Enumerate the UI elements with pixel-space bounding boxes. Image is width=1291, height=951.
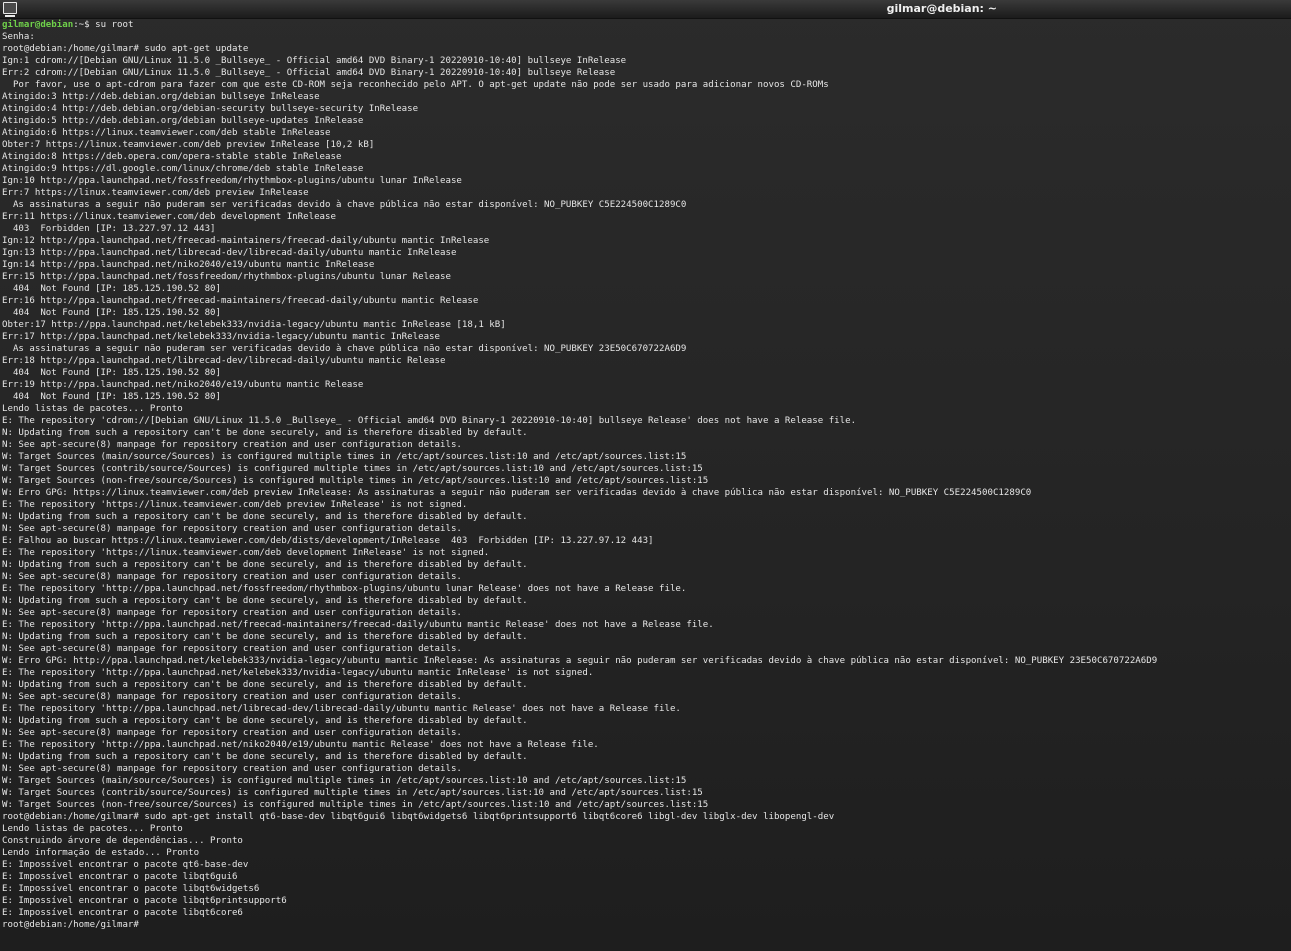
terminal-line: Atingido:3 http://deb.debian.org/debian … (2, 92, 320, 102)
terminal-line: N: See apt-secure(8) manpage for reposit… (2, 608, 462, 618)
terminal-line: E: The repository 'http://ppa.launchpad.… (2, 584, 687, 594)
terminal-line: root@debian:/home/gilmar# sudo apt-get u… (2, 44, 249, 54)
terminal-line: N: Updating from such a repository can't… (2, 716, 528, 726)
terminal-line: root@debian:/home/gilmar# (2, 920, 145, 930)
terminal-line: Err:15 http://ppa.launchpad.net/fossfree… (2, 272, 451, 282)
terminal-line: Err:19 http://ppa.launchpad.net/niko2040… (2, 380, 364, 390)
terminal-line: W: Erro GPG: http://ppa.launchpad.net/ke… (2, 656, 1158, 666)
terminal-line: W: Target Sources (non-free/source/Sourc… (2, 476, 709, 486)
terminal-line: N: See apt-secure(8) manpage for reposit… (2, 644, 462, 654)
terminal-line: N: Updating from such a repository can't… (2, 560, 528, 570)
terminal-line: E: The repository 'http://ppa.launchpad.… (2, 740, 599, 750)
terminal-line: E: The repository 'cdrom://[Debian GNU/L… (2, 416, 857, 426)
terminal-line: As assinaturas a seguir não puderam ser … (2, 344, 687, 354)
prompt-user-host: gilmar@debian (2, 20, 74, 30)
terminal-line: Ign:13 http://ppa.launchpad.net/librecad… (2, 248, 457, 258)
terminal-line: W: Erro GPG: https://linux.teamviewer.co… (2, 488, 1032, 498)
terminal-line: W: Target Sources (contrib/source/Source… (2, 788, 703, 798)
terminal-line: E: Impossível encontrar o pacote libqt6g… (2, 872, 238, 882)
terminal-line: Err:16 http://ppa.launchpad.net/freecad-… (2, 296, 479, 306)
terminal-line: As assinaturas a seguir não puderam ser … (2, 200, 687, 210)
terminal-line: Err:17 http://ppa.launchpad.net/kelebek3… (2, 332, 440, 342)
terminal-line: Ign:12 http://ppa.launchpad.net/freecad-… (2, 236, 490, 246)
terminal-line: N: See apt-secure(8) manpage for reposit… (2, 728, 462, 738)
terminal-line: Lendo listas de pacotes... Pronto (2, 404, 183, 414)
terminal-line: 403 Forbidden [IP: 13.227.97.12 443] (2, 224, 216, 234)
terminal-line: Ign:10 http://ppa.launchpad.net/fossfree… (2, 176, 462, 186)
terminal-line: Lendo informação de estado... Pronto (2, 848, 200, 858)
terminal-line: 404 Not Found [IP: 185.125.190.52 80] (2, 368, 221, 378)
terminal-prompt-line: gilmar@debian:~$ su root (2, 19, 1289, 31)
terminal-line: Ign:1 cdrom://[Debian GNU/Linux 11.5.0 _… (2, 56, 627, 66)
terminal-line: E: The repository 'https://linux.teamvie… (2, 548, 490, 558)
terminal-line: Atingido:6 https://linux.teamviewer.com/… (2, 128, 331, 138)
terminal-line: N: Updating from such a repository can't… (2, 512, 528, 522)
terminal-line: Err:7 https://linux.teamviewer.com/deb p… (2, 188, 309, 198)
terminal-line: W: Target Sources (non-free/source/Sourc… (2, 800, 709, 810)
terminal-line: W: Target Sources (contrib/source/Source… (2, 464, 703, 474)
terminal-line: N: Updating from such a repository can't… (2, 596, 528, 606)
terminal-line: E: The repository 'http://ppa.launchpad.… (2, 668, 594, 678)
terminal-line: Atingido:4 http://deb.debian.org/debian-… (2, 104, 419, 114)
terminal-line: N: See apt-secure(8) manpage for reposit… (2, 692, 462, 702)
terminal-line: Obter:7 https://linux.teamviewer.com/deb… (2, 140, 375, 150)
terminal-line: E: The repository 'http://ppa.launchpad.… (2, 620, 714, 630)
prompt-path: :~$ (73, 20, 90, 30)
terminal-line: N: Updating from such a repository can't… (2, 680, 528, 690)
terminal-line: E: Impossível encontrar o pacote qt6-bas… (2, 860, 249, 870)
terminal-line: W: Target Sources (main/source/Sources) … (2, 452, 687, 462)
terminal-line: E: Impossível encontrar o pacote libqt6c… (2, 908, 243, 918)
terminal-line: Ign:14 http://ppa.launchpad.net/niko2040… (2, 260, 375, 270)
terminal-window: gilmar@debian: ~ gilmar@debian:~$ su roo… (0, 0, 1291, 951)
terminal-line: root@debian:/home/gilmar# sudo apt-get i… (2, 812, 835, 822)
window-title: gilmar@debian: ~ (886, 2, 997, 15)
prompt-command: su root (89, 20, 134, 30)
terminal-output[interactable]: gilmar@debian:~$ su root Senha: root@debi… (2, 19, 1289, 949)
terminal-line: E: Impossível encontrar o pacote libqt6p… (2, 896, 287, 906)
terminal-line: N: Updating from such a repository can't… (2, 632, 528, 642)
terminal-line: Err:18 http://ppa.launchpad.net/librecad… (2, 356, 446, 366)
terminal-line: W: Target Sources (main/source/Sources) … (2, 776, 687, 786)
window-titlebar[interactable]: gilmar@debian: ~ (0, 0, 1291, 19)
terminal-line: Por favor, use o apt-cdrom para fazer co… (2, 80, 829, 90)
terminal-line: 404 Not Found [IP: 185.125.190.52 80] (2, 284, 221, 294)
terminal-line: N: Updating from such a repository can't… (2, 428, 528, 438)
terminal-line: E: The repository 'https://linux.teamvie… (2, 500, 468, 510)
terminal-line: Construindo árvore de dependências... Pr… (2, 836, 243, 846)
terminal-line: N: See apt-secure(8) manpage for reposit… (2, 440, 462, 450)
terminal-line: N: Updating from such a repository can't… (2, 752, 528, 762)
terminal-line: Atingido:8 https://deb.opera.com/opera-s… (2, 152, 342, 162)
terminal-line: 404 Not Found [IP: 185.125.190.52 80] (2, 392, 221, 402)
terminal-line: N: See apt-secure(8) manpage for reposit… (2, 524, 462, 534)
terminal-line: N: See apt-secure(8) manpage for reposit… (2, 764, 462, 774)
terminal-line: Atingido:9 https://dl.google.com/linux/c… (2, 164, 364, 174)
terminal-line: Atingido:5 http://deb.debian.org/debian … (2, 116, 364, 126)
terminal-line: E: Impossível encontrar o pacote libqt6w… (2, 884, 260, 894)
terminal-lines: Senha: root@debian:/home/gilmar# sudo apt… (2, 31, 1289, 931)
terminal-line: Lendo listas de pacotes... Pronto (2, 824, 183, 834)
terminal-line: Err:11 https://linux.teamviewer.com/deb … (2, 212, 336, 222)
terminal-line: N: See apt-secure(8) manpage for reposit… (2, 572, 462, 582)
terminal-line: Obter:17 http://ppa.launchpad.net/kelebe… (2, 320, 506, 330)
terminal-line: 404 Not Found [IP: 185.125.190.52 80] (2, 308, 221, 318)
terminal-line: Err:2 cdrom://[Debian GNU/Linux 11.5.0 _… (2, 68, 616, 78)
terminal-line: E: Falhou ao buscar https://linux.teamvi… (2, 536, 654, 546)
terminal-line: Senha: (2, 32, 35, 42)
terminal-line: E: The repository 'http://ppa.launchpad.… (2, 704, 681, 714)
